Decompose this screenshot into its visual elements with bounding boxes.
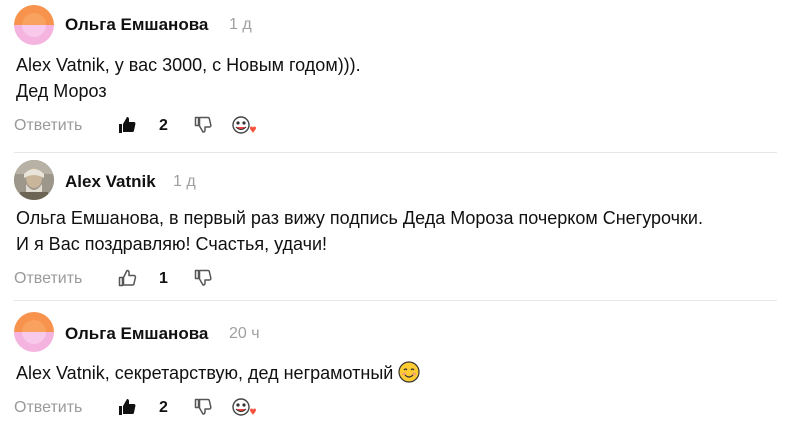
comment-actions: Ответить 1 bbox=[0, 268, 791, 292]
reply-button[interactable]: Ответить bbox=[14, 117, 82, 135]
reply-button[interactable]: Ответить bbox=[14, 270, 82, 288]
comment-text-line: Дед Мороз bbox=[16, 81, 107, 101]
avatar-inner bbox=[22, 320, 46, 344]
comment-author[interactable]: Ольга Емшанова bbox=[65, 324, 208, 344]
comment-time: 1 д bbox=[229, 16, 252, 33]
avatar[interactable] bbox=[14, 160, 54, 200]
reaction-emoji-icon[interactable] bbox=[231, 115, 259, 137]
comment-actions: Ответить 2 bbox=[0, 115, 791, 139]
comment-time: 20 ч bbox=[229, 325, 260, 342]
comment-text-line: Ольга Емшанова, в первый раз вижу подпис… bbox=[16, 208, 703, 228]
thumbs-down-icon[interactable] bbox=[193, 115, 213, 135]
like-count: 2 bbox=[159, 117, 168, 134]
comment-text-line: Alex Vatnik, секретарствую, дед неграмот… bbox=[16, 363, 394, 383]
reaction-emoji-icon[interactable] bbox=[231, 397, 259, 419]
comment-time: 1 д bbox=[173, 173, 196, 190]
thumbs-up-icon[interactable] bbox=[117, 397, 137, 417]
comment-actions: Ответить 2 bbox=[0, 397, 791, 421]
thumbs-down-icon[interactable] bbox=[193, 268, 213, 288]
thumbs-up-icon[interactable] bbox=[117, 115, 137, 135]
reply-button[interactable]: Ответить bbox=[14, 399, 82, 417]
thumbs-up-icon[interactable] bbox=[117, 268, 137, 288]
avatar-inner bbox=[22, 13, 46, 37]
comment-text-line: И я Вас поздравляю! Счастья, удачи! bbox=[16, 234, 328, 254]
like-count: 1 bbox=[159, 270, 168, 287]
smiling-face-emoji bbox=[398, 361, 420, 383]
comment-text: Alex Vatnik, у вас 3000, с Новым годом))… bbox=[16, 52, 361, 104]
avatar-photo bbox=[14, 160, 54, 200]
divider bbox=[14, 300, 777, 301]
avatar[interactable] bbox=[14, 312, 54, 352]
comment-text: Ольга Емшанова, в первый раз вижу подпис… bbox=[16, 205, 703, 257]
comment-author[interactable]: Alex Vatnik bbox=[65, 172, 156, 192]
comment-author[interactable]: Ольга Емшанова bbox=[65, 15, 208, 35]
like-count: 2 bbox=[159, 399, 168, 416]
divider bbox=[14, 152, 777, 153]
comment-text-line: Alex Vatnik, у вас 3000, с Новым годом))… bbox=[16, 55, 361, 75]
avatar[interactable] bbox=[14, 5, 54, 45]
comment-text: Alex Vatnik, секретарствую, дед неграмот… bbox=[16, 360, 420, 386]
thumbs-down-icon[interactable] bbox=[193, 397, 213, 417]
